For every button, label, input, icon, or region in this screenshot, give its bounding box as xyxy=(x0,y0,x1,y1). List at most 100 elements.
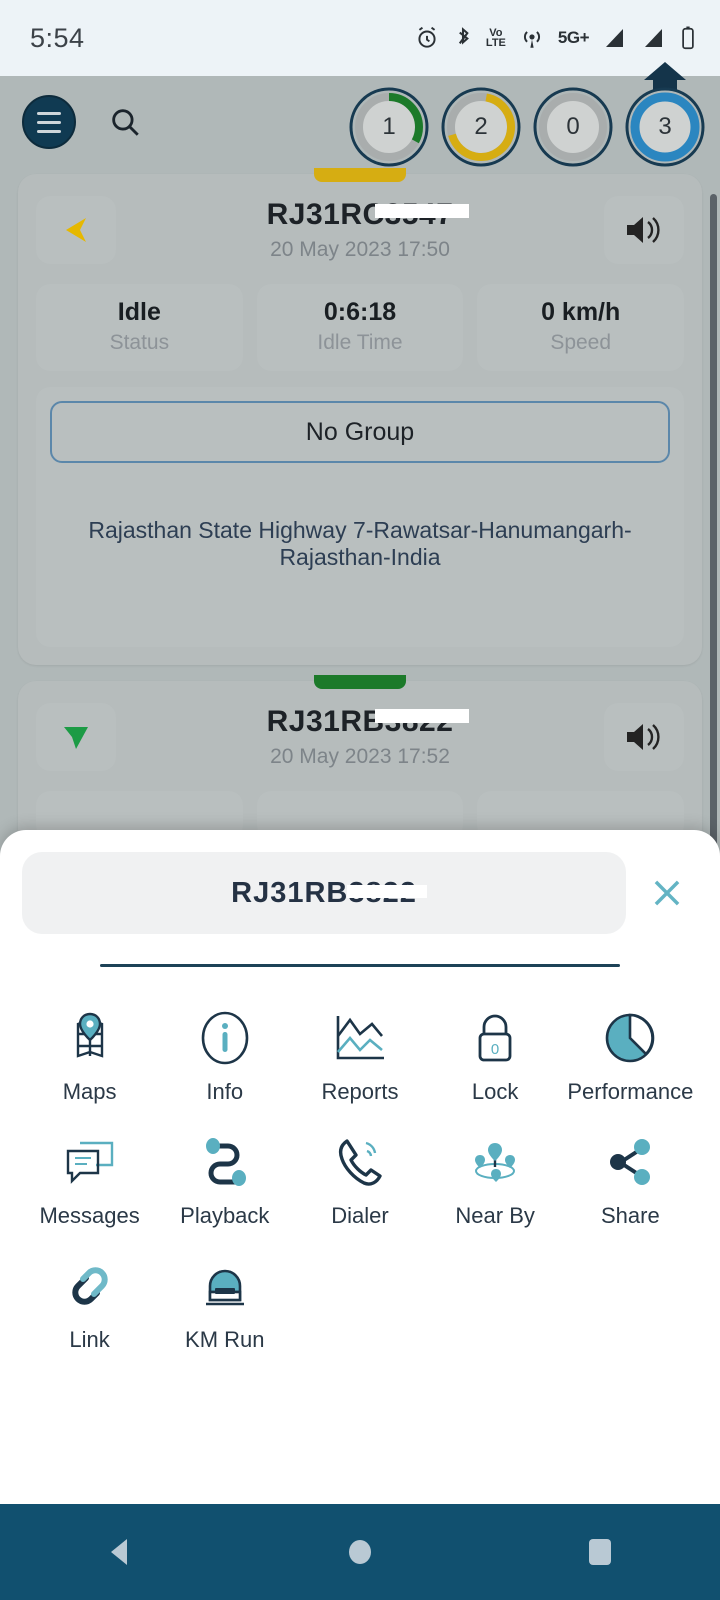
action-label: Dialer xyxy=(331,1203,389,1228)
counter-stopped[interactable]: 0 xyxy=(532,86,614,168)
action-label: Lock xyxy=(471,1079,519,1104)
redaction-bar xyxy=(375,204,470,218)
counter-value: 0 xyxy=(566,113,580,140)
vehicle-card[interactable]: RJ31RC3547 20 May 2023 17:50 Idle Status… xyxy=(18,168,702,665)
share-icon xyxy=(563,1131,698,1193)
counter-idle[interactable]: 2 xyxy=(440,86,522,168)
direction-arrow-button[interactable] xyxy=(36,196,116,264)
redaction-bar xyxy=(375,709,470,723)
search-icon[interactable] xyxy=(104,101,146,143)
app-top-bar: 1 2 0 3 xyxy=(0,62,720,168)
vehicle-actions-sheet: RJ31RB3822 Maps Info Reports 0 Lock Perf… xyxy=(0,830,720,1504)
vehicle-plate: RJ31RC3547 xyxy=(267,198,470,232)
line-chart-icon xyxy=(292,1007,427,1069)
status-bar: 5:54 Vo LTE 5G+ xyxy=(0,0,720,76)
signal-2-icon xyxy=(641,26,667,50)
stat-speed: 0 km/h Speed xyxy=(477,284,685,371)
vehicle-identity: RJ31RC3547 20 May 2023 17:50 xyxy=(116,198,604,262)
bluetooth-icon xyxy=(453,25,473,51)
action-label: Share xyxy=(600,1203,660,1228)
chain-link-icon xyxy=(22,1255,157,1317)
route-icon xyxy=(157,1131,292,1193)
action-label: KM Run xyxy=(185,1327,265,1352)
stat-value: Idle xyxy=(117,298,161,326)
volte-icon: Vo LTE xyxy=(485,27,506,49)
action-maps[interactable]: Maps xyxy=(22,991,157,1115)
close-icon[interactable] xyxy=(636,862,698,924)
odometer-icon xyxy=(157,1255,292,1317)
vehicle-timestamp: 20 May 2023 17:52 xyxy=(270,745,450,768)
card-status-tab xyxy=(314,168,406,182)
vehicle-timestamp: 20 May 2023 17:50 xyxy=(270,238,450,261)
action-label: Info xyxy=(206,1079,244,1104)
action-label: Messages xyxy=(39,1203,140,1228)
action-nearby[interactable]: Near By xyxy=(428,1115,563,1239)
action-share[interactable]: Share xyxy=(563,1115,698,1239)
action-reports[interactable]: Reports xyxy=(292,991,427,1115)
counter-total[interactable]: 3 xyxy=(624,62,706,168)
action-playback[interactable]: Playback xyxy=(157,1115,292,1239)
action-label: Link xyxy=(69,1327,110,1352)
status-counters: 1 2 0 3 xyxy=(348,62,706,168)
group-button[interactable]: No Group xyxy=(50,401,670,463)
card-status-tab xyxy=(314,675,406,689)
action-lock[interactable]: 0 Lock xyxy=(428,991,563,1115)
back-icon[interactable] xyxy=(72,1504,168,1600)
status-bar-clock: 5:54 xyxy=(30,22,85,53)
direction-arrow-button[interactable] xyxy=(36,703,116,771)
action-label: Near By xyxy=(455,1203,535,1228)
stat-status: Idle Status xyxy=(36,284,243,371)
stat-label: Status xyxy=(109,331,170,354)
5g-icon: 5G+ xyxy=(557,28,590,47)
phone-icon xyxy=(292,1131,427,1193)
stat-idle-time: 0:6:18 Idle Time xyxy=(256,284,464,371)
signal-1-icon xyxy=(602,26,628,50)
action-label: Playback xyxy=(180,1203,270,1228)
stat-value: 0 km/h xyxy=(541,298,621,326)
action-link[interactable]: Link xyxy=(22,1239,157,1363)
map-pin-icon xyxy=(22,1007,157,1069)
action-label: Reports xyxy=(321,1079,399,1104)
status-bar-icons: Vo LTE 5G+ xyxy=(414,25,696,51)
recents-icon[interactable] xyxy=(552,1504,648,1600)
lock-badge: 0 xyxy=(491,1041,499,1058)
sheet-vehicle-plate: RJ31RB3822 xyxy=(231,877,427,910)
alarm-icon xyxy=(414,25,440,51)
counter-running[interactable]: 1 xyxy=(348,86,430,168)
vehicle-group-section: No Group Rajasthan State Highway 7-Rawat… xyxy=(36,387,684,647)
action-grid: Maps Info Reports 0 Lock Performance Mes… xyxy=(22,967,698,1363)
battery-icon xyxy=(680,25,696,51)
counter-value: 2 xyxy=(474,113,488,140)
sheet-header: RJ31RB3822 xyxy=(22,852,698,934)
counter-value: 3 xyxy=(658,113,672,140)
vehicle-identity: RJ31RB3822 20 May 2023 17:52 xyxy=(116,705,604,769)
action-dialer[interactable]: Dialer xyxy=(292,1115,427,1239)
hamburger-icon[interactable] xyxy=(22,95,76,149)
action-label: Performance xyxy=(567,1079,694,1104)
action-km-run[interactable]: KM Run xyxy=(157,1239,292,1363)
pie-chart-icon xyxy=(563,1007,698,1069)
action-performance[interactable]: Performance xyxy=(563,991,698,1115)
stat-label: Idle Time xyxy=(317,331,403,354)
lock-icon: 0 xyxy=(428,1007,563,1069)
speaker-icon[interactable] xyxy=(604,703,684,771)
sheet-title-pill: RJ31RB3822 xyxy=(22,852,626,934)
action-info[interactable]: Info xyxy=(157,991,292,1115)
speaker-icon[interactable] xyxy=(604,196,684,264)
redaction-bar xyxy=(346,884,427,898)
vehicle-plate: RJ31RB3822 xyxy=(267,705,470,739)
action-label: Maps xyxy=(62,1079,117,1104)
home-icon[interactable] xyxy=(312,1504,408,1600)
action-messages[interactable]: Messages xyxy=(22,1115,157,1239)
vehicle-card-header: RJ31RC3547 20 May 2023 17:50 xyxy=(36,196,684,264)
stat-label: Speed xyxy=(550,331,612,354)
phone-screen: 5:54 Vo LTE 5G+ 1 2 0 3 RJ31RC3547 20 Ma… xyxy=(0,0,720,1600)
vehicle-stats: Idle Status 0:6:18 Idle Time 0 km/h Spee… xyxy=(36,284,685,371)
vehicle-list[interactable]: RJ31RC3547 20 May 2023 17:50 Idle Status… xyxy=(0,168,720,857)
vehicle-card-header: RJ31RB3822 20 May 2023 17:52 xyxy=(36,703,684,771)
vehicle-address: Rajasthan State Highway 7-Rawatsar-Hanum… xyxy=(88,517,632,570)
nearby-pins-icon xyxy=(428,1131,563,1193)
counter-value: 1 xyxy=(382,113,396,140)
chat-bubble-icon xyxy=(22,1131,157,1193)
stat-value: 0:6:18 xyxy=(323,298,397,326)
